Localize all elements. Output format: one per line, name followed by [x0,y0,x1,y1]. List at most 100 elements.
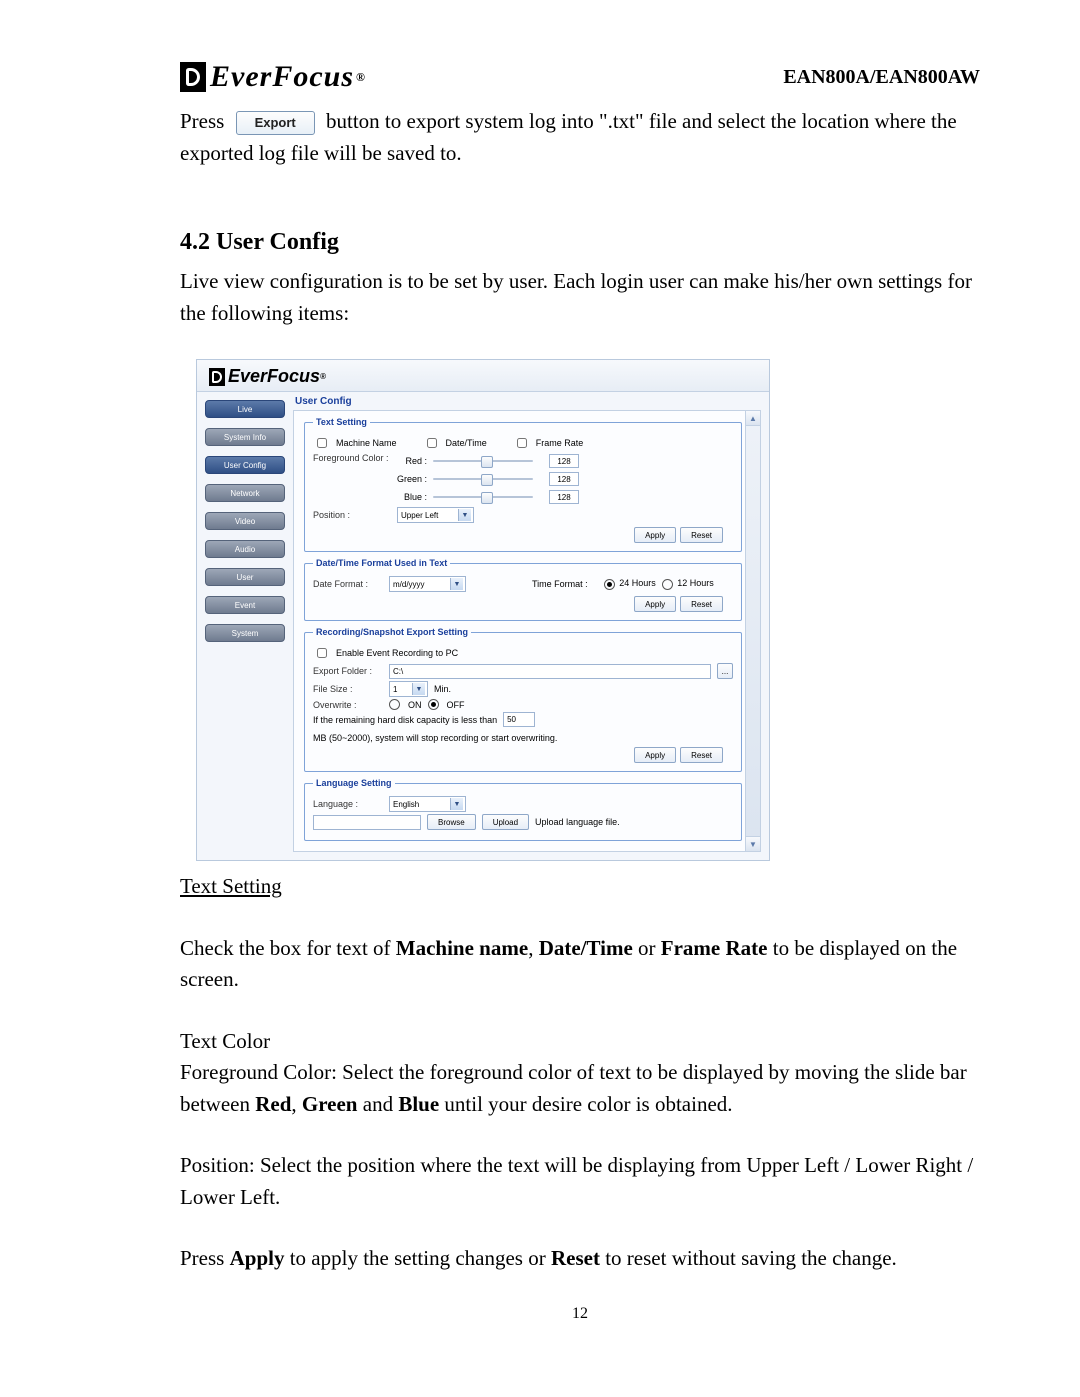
dtf-reset-button[interactable]: Reset [680,596,723,612]
content-area: User Config ▲ ▼ Text Setting Machine Nam… [293,396,761,852]
green-label: Green : [397,474,427,484]
red-label: Red : [397,456,427,466]
nav-network[interactable]: Network [205,484,285,502]
text-setting-fieldset: Text Setting Machine Name Date/Time Fram… [304,417,742,552]
date-format-label: Date Format : [313,579,383,589]
min-label: Min. [434,684,451,694]
intro-press: Press [180,109,224,133]
nav-system-info[interactable]: System Info [205,428,285,446]
nav-user-config[interactable]: User Config [205,456,285,474]
chevron-down-icon: ▼ [450,798,463,810]
file-size-select[interactable]: 1 ▼ [389,681,428,697]
fg-color-label: Foreground Color : [313,453,391,463]
green-value[interactable]: 128 [549,472,579,486]
user-config-screenshot: EverFocus ® Live System Info User Config… [196,359,770,861]
green-slider[interactable] [433,478,533,480]
blue-value[interactable]: 128 [549,490,579,504]
datetime-format-fieldset: Date/Time Format Used in Text Date Forma… [304,558,742,621]
position-label: Position : [313,510,391,520]
export-folder-input[interactable]: C:\ [389,664,711,679]
browse-button[interactable]: Browse [427,814,476,830]
date-time-checkbox[interactable] [427,438,437,448]
nav-event[interactable]: Event [205,596,285,614]
chevron-down-icon: ▼ [458,509,471,521]
export-button[interactable]: Export [236,111,315,135]
browse-folder-button[interactable]: ... [717,663,733,679]
overwrite-off-radio[interactable] [428,699,439,710]
content-panel: ▲ ▼ Text Setting Machine Name Date/Time … [293,410,761,852]
chevron-down-icon: ▼ [450,578,463,590]
logo-icon [180,62,206,92]
scroll-down-icon[interactable]: ▼ [746,836,760,851]
recording-fieldset: Recording/Snapshot Export Setting Enable… [304,627,742,772]
scroll-up-icon[interactable]: ▲ [746,411,760,426]
ui-header: EverFocus ® [197,360,769,392]
model-number: EAN800A/EAN800AW [783,66,980,89]
nav-audio[interactable]: Audio [205,540,285,558]
paragraph-3: Position: Select the position where the … [180,1150,980,1213]
language-select[interactable]: English ▼ [389,796,466,812]
24h-radio[interactable] [604,579,615,590]
frame-rate-checkbox[interactable] [517,438,527,448]
paragraph-2: Foreground Color: Select the foreground … [180,1057,980,1120]
nav-live[interactable]: Live [205,400,285,418]
nav-user[interactable]: User [205,568,285,586]
text-setting-legend: Text Setting [313,417,370,427]
language-label: Language : [313,799,383,809]
date-time-label: Date/Time [446,438,487,448]
nav-system[interactable]: System [205,624,285,642]
text-reset-button[interactable]: Reset [680,527,723,543]
blue-label: Blue : [397,492,427,502]
everfocus-logo: EverFocus ® [180,60,366,94]
text-apply-button[interactable]: Apply [634,527,676,543]
12h-label: 12 Hours [677,578,714,588]
content-title: User Config [295,396,761,407]
12h-radio[interactable] [662,579,673,590]
language-fieldset: Language Setting Language : English ▼ Br… [304,778,742,841]
datetime-format-legend: Date/Time Format Used in Text [313,558,450,568]
capacity-pre: If the remaining hard disk capacity is l… [313,715,497,725]
intro-paragraph: Press Export button to export system log… [180,106,980,169]
language-file-input[interactable] [313,815,421,830]
file-size-value: 1 [393,685,397,694]
capacity-post: MB (50~2000), system will stop recording… [313,733,557,743]
ui-logo-icon [209,368,225,386]
file-size-label: File Size : [313,684,383,694]
section-heading: 4.2 User Config [180,229,980,256]
rec-reset-button[interactable]: Reset [680,747,723,763]
logo-text: EverFocus [210,60,354,94]
capacity-input[interactable]: 50 [503,712,535,727]
red-value[interactable]: 128 [549,454,579,468]
language-value: English [393,800,419,809]
nav-sidebar: Live System Info User Config Network Vid… [205,396,285,852]
date-format-select[interactable]: m/d/yyyy ▼ [389,576,466,592]
position-select[interactable]: Upper Left ▼ [397,507,474,523]
document-page: EverFocus ® EAN800A/EAN800AW Press Expor… [0,0,1080,1397]
export-folder-label: Export Folder : [313,666,383,676]
chevron-down-icon: ▼ [412,683,425,695]
machine-name-label: Machine Name [336,438,397,448]
red-slider[interactable] [433,460,533,462]
paragraph-1: Check the box for text of Machine name, … [180,933,980,996]
date-format-value: m/d/yyyy [393,580,425,589]
machine-name-checkbox[interactable] [317,438,327,448]
page-number: 12 [180,1305,980,1323]
registered-icon: ® [356,70,366,85]
text-color-heading: Text Color [180,1026,980,1058]
time-format-label: Time Format : [532,579,588,589]
enable-recording-checkbox[interactable] [317,648,327,658]
blue-slider[interactable] [433,496,533,498]
page-header: EverFocus ® EAN800A/EAN800AW [180,60,980,94]
overwrite-on-radio[interactable] [389,699,400,710]
scrollbar[interactable]: ▲ ▼ [745,411,760,851]
rec-apply-button[interactable]: Apply [634,747,676,763]
ui-logo-text: EverFocus [228,366,320,387]
dtf-apply-button[interactable]: Apply [634,596,676,612]
nav-video[interactable]: Video [205,512,285,530]
upload-button[interactable]: Upload [482,814,529,830]
paragraph-4: Press Apply to apply the setting changes… [180,1243,980,1275]
overwrite-label: Overwrite : [313,700,383,710]
ui-body: Live System Info User Config Network Vid… [197,392,769,860]
24h-label: 24 Hours [619,578,656,588]
overwrite-off-label: OFF [447,700,465,710]
